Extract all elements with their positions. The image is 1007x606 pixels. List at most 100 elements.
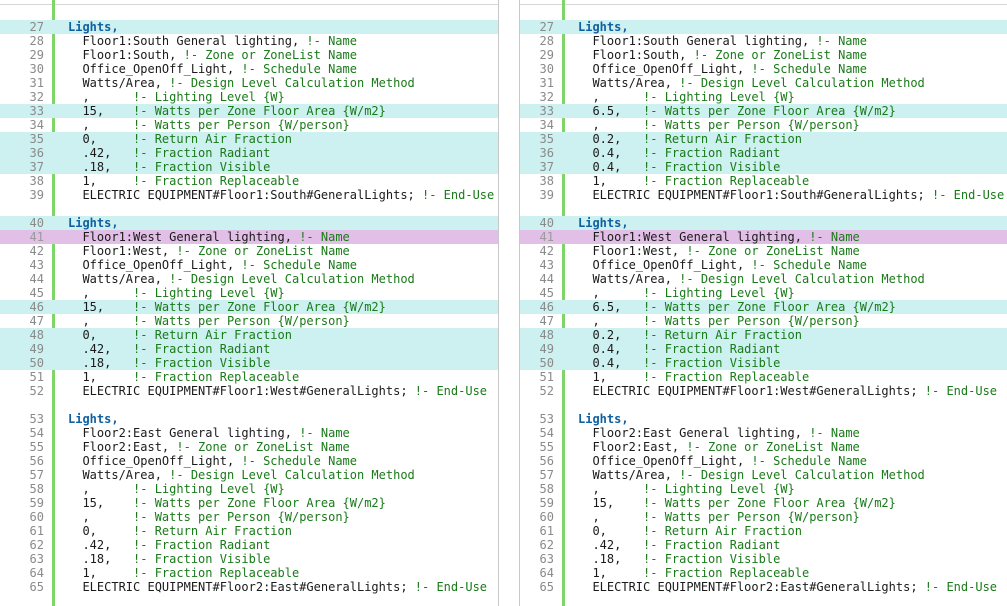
code-line[interactable]: 38 1, !- Fraction Replaceable	[0, 174, 498, 188]
code-line[interactable]: 63 .18, !- Fraction Visible	[0, 552, 498, 566]
code-text: Floor2:East General lighting, !- Name	[578, 426, 859, 440]
code-line[interactable]: 30 Office_OpenOff_Light, !- Schedule Nam…	[0, 62, 498, 76]
code-line[interactable]: 54 Floor2:East General lighting, !- Name	[0, 426, 498, 440]
code-line[interactable]: 56 Office_OpenOff_Light, !- Schedule Nam…	[0, 454, 498, 468]
code-line[interactable]: 41 Floor1:West General lighting, !- Name	[520, 230, 1007, 244]
code-line[interactable]: 51 1, !- Fraction Replaceable	[0, 370, 498, 384]
code-line[interactable]: 59 15, !- Watts per Zone Floor Area {W/m…	[520, 496, 1007, 510]
pane-divider[interactable]	[498, 0, 520, 606]
code-text: 1, !- Fraction Replaceable	[578, 566, 809, 580]
code-line[interactable]: 44 Watts/Area, !- Design Level Calculati…	[0, 272, 498, 286]
code-line[interactable]: 47 , !- Watts per Person {W/person}	[0, 314, 498, 328]
diff-pane-left[interactable]: 27 Lights, 28 Floor1:South General lightin…	[0, 0, 498, 606]
code-text: Floor2:East, !- Zone or ZoneList Name	[578, 440, 859, 454]
code-line[interactable]: 61 0, !- Return Air Fraction	[520, 524, 1007, 538]
code-line[interactable]: 61 0, !- Return Air Fraction	[0, 524, 498, 538]
code-line[interactable]: 42 Floor1:West, !- Zone or ZoneList Name	[0, 244, 498, 258]
code-line[interactable]: 43 Office_OpenOff_Light, !- Schedule Nam…	[520, 258, 1007, 272]
code-line[interactable]: 46 6.5, !- Watts per Zone Floor Area {W/…	[520, 300, 1007, 314]
field-comment: !- Name	[291, 426, 350, 440]
code-line[interactable]: 48 0.2, !- Return Air Fraction	[520, 328, 1007, 342]
code-line[interactable]: 40 Lights,	[520, 216, 1007, 230]
code-line[interactable]: 64 1, !- Fraction Replaceable	[0, 566, 498, 580]
code-line[interactable]: 60 , !- Watts per Person {W/person}	[0, 510, 498, 524]
code-line[interactable]: 36 .42, !- Fraction Radiant	[0, 146, 498, 160]
code-line[interactable]: 41 Floor1:West General lighting, !- Name	[0, 230, 498, 244]
diff-pane-right[interactable]: 27 Lights, 28 Floor1:South General lightin…	[520, 0, 1007, 606]
line-number: 50	[539, 356, 554, 370]
code-line[interactable]: 38 1, !- Fraction Replaceable	[520, 174, 1007, 188]
code-line[interactable]: 58 , !- Lighting Level {W}	[520, 482, 1007, 496]
code-line[interactable]: 55 Floor2:East, !- Zone or ZoneList Name	[0, 440, 498, 454]
code-line[interactable]: 37 0.4, !- Fraction Visible	[520, 160, 1007, 174]
field-comment: !- Watts per Person {W/person}	[599, 510, 860, 524]
code-line[interactable]: 55 Floor2:East, !- Zone or ZoneList Name	[520, 440, 1007, 454]
code-line[interactable]: 48 0, !- Return Air Fraction	[0, 328, 498, 342]
code-line[interactable]: 39 ELECTRIC EQUIPMENT#Floor1:South#Gener…	[0, 188, 498, 202]
code-line[interactable]: 53 Lights,	[0, 412, 498, 426]
code-line[interactable]: 33 15, !- Watts per Zone Floor Area {W/m…	[0, 104, 498, 118]
code-line[interactable]: 30 Office_OpenOff_Light, !- Schedule Nam…	[520, 62, 1007, 76]
line-number: 41	[29, 230, 44, 244]
field-value: Watts/Area,	[68, 272, 162, 286]
code-line[interactable]: 50 0.4, !- Fraction Visible	[520, 356, 1007, 370]
code-line[interactable]: 62 .42, !- Fraction Radiant	[520, 538, 1007, 552]
code-line[interactable]: 35 0.2, !- Return Air Fraction	[520, 132, 1007, 146]
code-text: Watts/Area, !- Design Level Calculation …	[68, 272, 414, 286]
code-line[interactable]: 31 Watts/Area, !- Design Level Calculati…	[0, 76, 498, 90]
code-line[interactable]: 33 6.5, !- Watts per Zone Floor Area {W/…	[520, 104, 1007, 118]
code-line[interactable]: 29 Floor1:South, !- Zone or ZoneList Nam…	[0, 48, 498, 62]
code-line[interactable]: 56 Office_OpenOff_Light, !- Schedule Nam…	[520, 454, 1007, 468]
code-line[interactable]: 32 , !- Lighting Level {W}	[520, 90, 1007, 104]
code-line[interactable]: 47 , !- Watts per Person {W/person}	[520, 314, 1007, 328]
code-line[interactable]: 40 Lights,	[0, 216, 498, 230]
code-line[interactable]: 53 Lights,	[520, 412, 1007, 426]
code-line[interactable]: 50 .18, !- Fraction Visible	[0, 356, 498, 370]
code-line[interactable]: 52 ELECTRIC EQUIPMENT#Floor1:West#Genera…	[0, 384, 498, 398]
code-line[interactable]: 28 Floor1:South General lighting, !- Nam…	[0, 34, 498, 48]
code-line[interactable]: 45 , !- Lighting Level {W}	[0, 286, 498, 300]
code-line[interactable]: 63 .18, !- Fraction Visible	[520, 552, 1007, 566]
code-line[interactable]: 64 1, !- Fraction Replaceable	[520, 566, 1007, 580]
code-line[interactable]: 27 Lights,	[520, 20, 1007, 34]
code-line[interactable]: 37 .18, !- Fraction Visible	[0, 160, 498, 174]
code-line[interactable]: 60 , !- Watts per Person {W/person}	[520, 510, 1007, 524]
code-line[interactable]: 28 Floor1:South General lighting, !- Nam…	[520, 34, 1007, 48]
field-comment: !- Fraction Visible	[621, 552, 781, 566]
code-line[interactable]: 49 0.4, !- Fraction Radiant	[520, 342, 1007, 356]
code-line[interactable]: 62 .42, !- Fraction Radiant	[0, 538, 498, 552]
code-line[interactable]: 51 1, !- Fraction Replaceable	[520, 370, 1007, 384]
code-line[interactable]: 52 ELECTRIC EQUIPMENT#Floor1:West#Genera…	[520, 384, 1007, 398]
code-line[interactable]: 43 Office_OpenOff_Light, !- Schedule Nam…	[0, 258, 498, 272]
code-line[interactable]: 54 Floor2:East General lighting, !- Name	[520, 426, 1007, 440]
code-line[interactable]: 44 Watts/Area, !- Design Level Calculati…	[520, 272, 1007, 286]
code-line[interactable]: 45 , !- Lighting Level {W}	[520, 286, 1007, 300]
code-line[interactable]: 58 , !- Lighting Level {W}	[0, 482, 498, 496]
code-text: Office_OpenOff_Light, !- Schedule Name	[578, 62, 867, 76]
code-line[interactable]: 34 , !- Watts per Person {W/person}	[520, 118, 1007, 132]
field-comment: !- End-Use	[407, 580, 488, 594]
code-line[interactable]: 59 15, !- Watts per Zone Floor Area {W/m…	[0, 496, 498, 510]
code-line[interactable]: 39 ELECTRIC EQUIPMENT#Floor1:South#Gener…	[520, 188, 1007, 202]
field-value: ELECTRIC EQUIPMENT#Floor2:East#GeneralLi…	[68, 580, 408, 594]
code-text: 1, !- Fraction Replaceable	[68, 566, 299, 580]
code-text: , !- Lighting Level {W}	[578, 90, 794, 104]
code-line[interactable]: 57 Watts/Area, !- Design Level Calculati…	[520, 468, 1007, 482]
code-text: Lights,	[578, 20, 629, 34]
code-line[interactable]: 57 Watts/Area, !- Design Level Calculati…	[0, 468, 498, 482]
code-line[interactable]: 46 15, !- Watts per Zone Floor Area {W/m…	[0, 300, 498, 314]
code-line[interactable]: 29 Floor1:South, !- Zone or ZoneList Nam…	[520, 48, 1007, 62]
code-line[interactable]: 34 , !- Watts per Person {W/person}	[0, 118, 498, 132]
code-line[interactable]: 36 0.4, !- Fraction Radiant	[520, 146, 1007, 160]
code-line[interactable]: 31 Watts/Area, !- Design Level Calculati…	[520, 76, 1007, 90]
code-line[interactable]: 65 ELECTRIC EQUIPMENT#Floor2:East#Genera…	[0, 580, 498, 594]
code-line[interactable]: 49 .42, !- Fraction Radiant	[0, 342, 498, 356]
line-number: 39	[29, 188, 44, 202]
code-line[interactable]: 35 0, !- Return Air Fraction	[0, 132, 498, 146]
field-value: 1,	[68, 566, 97, 580]
code-line[interactable]: 42 Floor1:West, !- Zone or ZoneList Name	[520, 244, 1007, 258]
code-line[interactable]: 65 ELECTRIC EQUIPMENT#Floor2:East#Genera…	[520, 580, 1007, 594]
field-comment: !- Watts per Zone Floor Area {W/m2}	[104, 300, 386, 314]
code-line[interactable]: 27 Lights,	[0, 20, 498, 34]
code-line[interactable]: 32 , !- Lighting Level {W}	[0, 90, 498, 104]
